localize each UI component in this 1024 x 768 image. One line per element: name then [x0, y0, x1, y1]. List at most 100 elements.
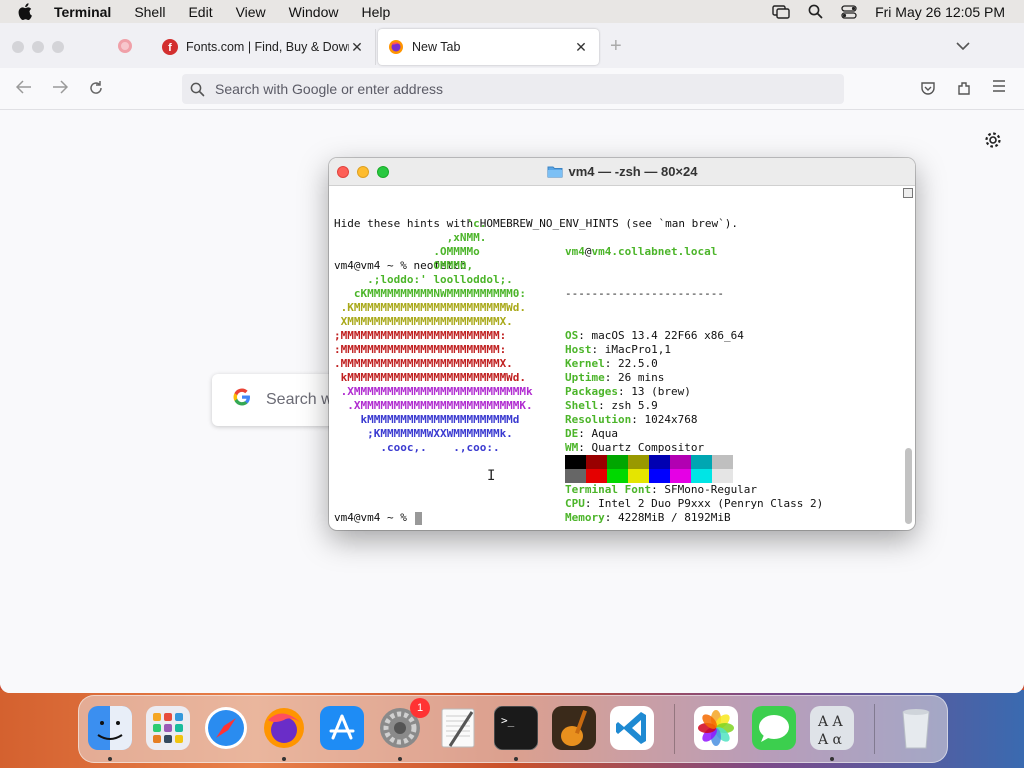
menu-edit[interactable]: Edit — [188, 4, 212, 20]
forward-arrow-icon[interactable] — [52, 80, 68, 94]
minimize-button[interactable] — [357, 166, 369, 178]
address-bar-placeholder: Search with Google or enter address — [215, 81, 444, 97]
palette-swatch — [565, 455, 586, 469]
pocket-icon[interactable] — [920, 80, 936, 96]
extensions-icon[interactable] — [956, 80, 972, 96]
info-key: Uptime — [565, 371, 605, 384]
terminal-window[interactable]: vm4 — -zsh — 80×24 Hide these hints with… — [329, 158, 915, 530]
logo-line: .XMMMMMMMMMMMMMMMMMMMMMMMMK. — [334, 399, 533, 412]
menu-help[interactable]: Help — [361, 4, 390, 20]
close-button[interactable] — [337, 166, 349, 178]
close-window-button[interactable] — [12, 41, 24, 53]
info-value: : zsh 5.9 — [598, 399, 658, 412]
info-line: OS: macOS 13.4 22F66 x86_64 — [565, 329, 823, 343]
palette-swatch — [691, 469, 712, 483]
info-value: : Aqua — [578, 427, 618, 440]
palette-swatch — [607, 455, 628, 469]
menubar-clock[interactable]: Fri May 26 12:05 PM — [875, 4, 1005, 20]
dock-finder-icon[interactable] — [86, 704, 134, 752]
folder-icon — [547, 165, 563, 178]
back-arrow-icon[interactable] — [16, 80, 32, 94]
address-bar[interactable]: Search with Google or enter address — [182, 74, 844, 104]
dock-safari-icon[interactable] — [202, 704, 250, 752]
info-key: Shell — [565, 399, 599, 412]
palette-swatch — [712, 469, 733, 483]
dock-trash-icon[interactable] — [892, 704, 940, 752]
separator-line: ------------------------ — [565, 287, 724, 300]
logo-line: kMMMMMMMMMMMMMMMMMMMMMMMMWd. — [334, 371, 527, 384]
info-key: Host — [565, 343, 592, 356]
info-key: Resolution — [565, 413, 632, 426]
palette-swatch — [712, 455, 733, 469]
hamburger-menu-icon[interactable] — [992, 80, 1006, 92]
svg-text:f: f — [168, 42, 172, 54]
minimize-window-button[interactable] — [32, 41, 44, 53]
dock-launchpad-icon[interactable] — [144, 704, 192, 752]
dock-separator — [874, 704, 875, 754]
palette-swatch — [586, 469, 607, 483]
logo-line: .XMMMMMMMMMMMMMMMMMMMMMMMMMMk — [334, 385, 533, 398]
gear-icon[interactable] — [984, 131, 1002, 149]
terminal-titlebar[interactable]: vm4 — -zsh — 80×24 — [329, 158, 915, 186]
new-tab-button[interactable]: + — [610, 35, 622, 58]
tab-title: New Tab — [412, 40, 461, 54]
dock-messages-icon[interactable] — [750, 704, 798, 752]
close-tab-icon[interactable]: ✕ — [349, 39, 365, 56]
running-indicator — [830, 757, 834, 761]
close-tab-icon[interactable]: ✕ — [573, 39, 589, 56]
terminal-scrollbar[interactable] — [905, 448, 912, 524]
menu-app-name[interactable]: Terminal — [54, 4, 111, 20]
logo-line: ;KMMMMMMMWXXWMMMMMMMk. — [334, 427, 513, 440]
dock: 1 >_ A A A α — [78, 695, 948, 763]
pinned-tab[interactable] — [110, 29, 140, 65]
info-line: Terminal Font: SFMono-Regular — [565, 483, 823, 497]
dock-font-book-icon[interactable]: A A A α — [808, 704, 856, 752]
dock-garageband-icon[interactable] — [550, 704, 598, 752]
terminal-window-controls — [337, 166, 389, 178]
info-line: Packages: 13 (brew) — [565, 385, 823, 399]
palette-swatch — [670, 469, 691, 483]
reload-icon[interactable] — [88, 80, 104, 96]
zoom-button[interactable] — [377, 166, 389, 178]
dock-photos-icon[interactable] — [692, 704, 740, 752]
screen-mirroring-icon[interactable] — [772, 4, 790, 19]
logo-line: .;loddo:' loolloddol;. — [334, 273, 513, 286]
chevron-down-icon[interactable] — [956, 37, 970, 55]
tab-title: Fonts.com | Find, Buy & Download — [186, 40, 349, 54]
neofetch-info: vm4@vm4.collabnet.local ----------------… — [565, 217, 823, 530]
menu-bar: Terminal Shell Edit View Window Help Fri… — [0, 0, 1024, 23]
info-line: Uptime: 26 mins — [565, 371, 823, 385]
text-cursor-icon: I — [487, 468, 496, 484]
dock-vscode-icon[interactable] — [608, 704, 656, 752]
info-line: WM: Quartz Compositor — [565, 441, 823, 455]
info-value: : SFMono-Regular — [651, 483, 758, 496]
split-pane-icon[interactable] — [903, 188, 913, 198]
info-value: : Quartz Compositor — [578, 441, 705, 454]
dock-textedit-icon[interactable] — [434, 704, 482, 752]
tab-fonts-com[interactable]: f Fonts.com | Find, Buy & Download ✕ — [152, 29, 376, 65]
dock-system-settings-icon[interactable]: 1 — [376, 698, 430, 752]
menu-window[interactable]: Window — [289, 4, 339, 20]
dock-app-store-icon[interactable] — [318, 704, 366, 752]
dock-firefox-icon[interactable] — [260, 704, 308, 752]
navigation-toolbar: Search with Google or enter address — [0, 68, 1024, 110]
svg-text:A α: A α — [817, 732, 843, 748]
host-user: vm4 — [565, 245, 585, 258]
palette-swatch — [607, 469, 628, 483]
terminal-prompt[interactable]: vm4@vm4 ~ % — [334, 511, 423, 525]
firefox-icon — [388, 39, 404, 55]
spotlight-search-icon[interactable] — [808, 4, 823, 19]
control-center-icon[interactable] — [841, 4, 857, 19]
tab-new-tab[interactable]: New Tab ✕ — [378, 29, 599, 65]
zoom-window-button[interactable] — [52, 41, 64, 53]
info-line: CPU: Intel 2 Duo P9xxx (Penryn Class 2) — [565, 497, 823, 511]
apple-icon[interactable] — [18, 3, 36, 20]
logo-line: .OMMMMo — [334, 245, 480, 258]
info-value: : iMacPro1,1 — [591, 343, 671, 356]
menu-shell[interactable]: Shell — [134, 4, 165, 20]
menu-view[interactable]: View — [236, 4, 266, 20]
info-line: DE: Aqua — [565, 427, 823, 441]
dock-terminal-icon[interactable]: >_ — [492, 704, 540, 752]
info-line: Shell: zsh 5.9 — [565, 399, 823, 413]
running-indicator — [108, 757, 112, 761]
